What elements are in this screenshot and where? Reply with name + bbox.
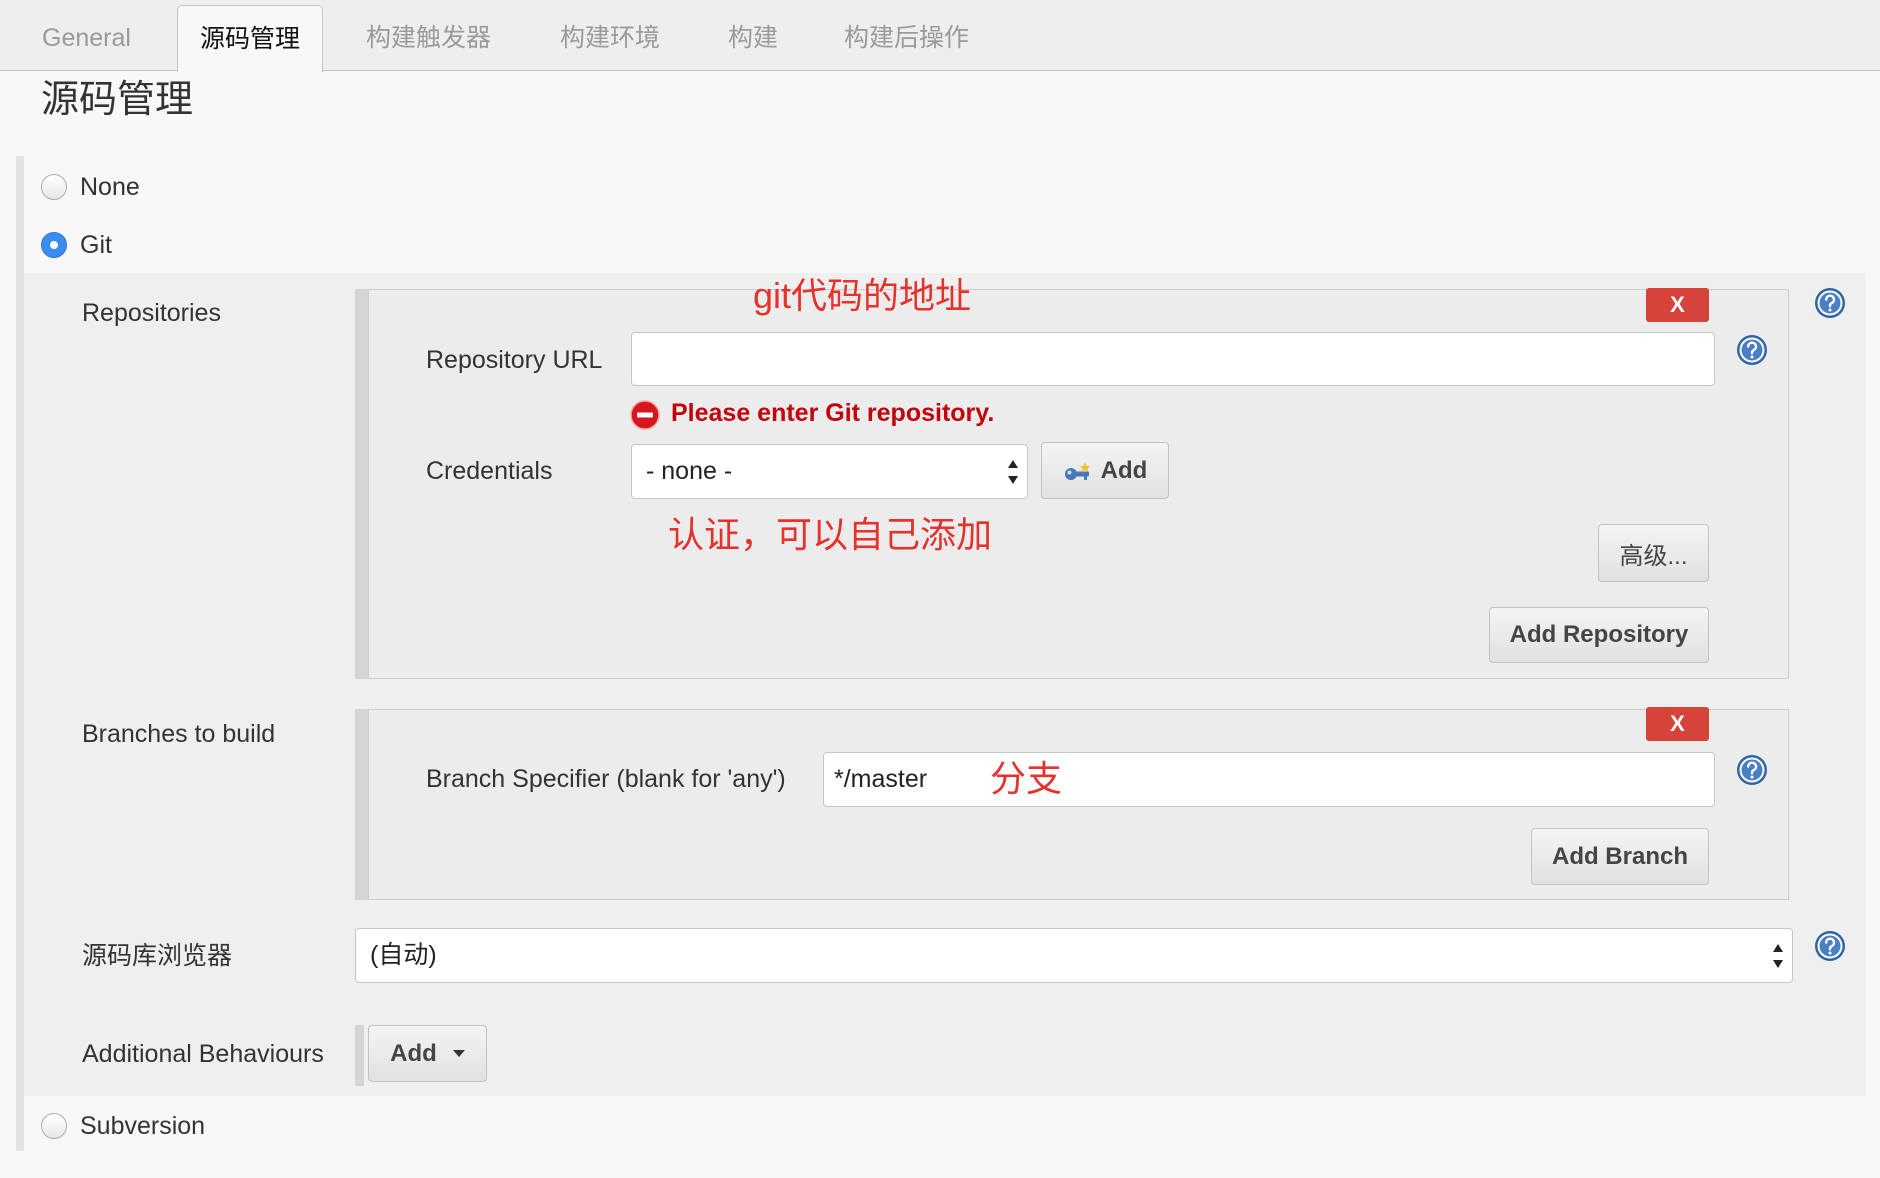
branch-box-bar xyxy=(355,709,368,900)
radio-subversion-label[interactable]: Subversion xyxy=(80,1111,205,1141)
add-repository-button[interactable]: Add Repository xyxy=(1489,607,1709,663)
repository-browser-select[interactable]: (自动) xyxy=(355,928,1793,983)
additional-behaviours-label: Additional Behaviours xyxy=(82,1040,324,1068)
select-arrows-icon xyxy=(1007,460,1019,484)
delete-repository-button[interactable]: X xyxy=(1646,288,1709,322)
additional-behaviours-bar xyxy=(355,1025,364,1086)
branch-specifier-input[interactable] xyxy=(823,752,1715,807)
radio-subversion[interactable] xyxy=(41,1113,67,1139)
tab-build-triggers[interactable]: 构建触发器 xyxy=(366,5,491,71)
error-icon xyxy=(630,400,660,430)
tab-source-code-management[interactable]: 源码管理 xyxy=(177,5,323,72)
radio-none[interactable] xyxy=(41,174,67,200)
annotation-repo-url: git代码的地址 xyxy=(753,275,972,316)
help-icon[interactable] xyxy=(1736,334,1768,366)
help-icon[interactable] xyxy=(1814,287,1846,319)
help-icon[interactable] xyxy=(1814,930,1846,962)
advanced-button[interactable]: 高级... xyxy=(1598,524,1709,582)
add-credentials-label: Add xyxy=(1100,456,1148,484)
repository-url-input[interactable] xyxy=(631,332,1715,386)
branch-specifier-label: Branch Specifier (blank for 'any') xyxy=(426,765,786,793)
add-behaviour-dropdown-button[interactable]: Add xyxy=(368,1025,487,1082)
radio-none-label[interactable]: None xyxy=(80,172,140,202)
repository-box-bar xyxy=(355,289,368,679)
tab-build-environment[interactable]: 构建环境 xyxy=(560,5,660,71)
annotation-branch: 分支 xyxy=(990,758,1063,799)
radio-git-label[interactable]: Git xyxy=(80,230,112,260)
section-title: 源码管理 xyxy=(41,79,194,121)
tab-build[interactable]: 构建 xyxy=(728,5,778,71)
section-left-bar xyxy=(16,156,24,1151)
repositories-label: Repositories xyxy=(82,299,221,327)
repository-url-label: Repository URL xyxy=(426,346,603,374)
add-branch-button[interactable]: Add Branch xyxy=(1531,828,1709,885)
help-icon[interactable] xyxy=(1736,754,1768,786)
annotation-credentials: 认证，可以自己添加 xyxy=(668,514,993,555)
repository-url-error: Please enter Git repository. xyxy=(671,399,995,427)
radio-git[interactable] xyxy=(41,232,67,258)
chevron-down-icon xyxy=(452,1050,465,1057)
credentials-selected-value: - none - xyxy=(646,457,733,485)
credentials-label: Credentials xyxy=(426,457,553,485)
add-behaviour-label: Add xyxy=(390,1039,437,1067)
delete-branch-button[interactable]: X xyxy=(1646,707,1709,741)
select-arrows-icon xyxy=(1772,944,1784,968)
credentials-select[interactable]: - none - xyxy=(631,444,1028,499)
repository-browser-label: 源码库浏览器 xyxy=(82,942,233,970)
key-icon xyxy=(1064,461,1091,480)
tab-general[interactable]: General xyxy=(42,5,131,71)
tab-post-build-actions[interactable]: 构建后操作 xyxy=(844,5,969,71)
add-credentials-button[interactable]: Add xyxy=(1041,442,1169,499)
branches-to-build-label: Branches to build xyxy=(82,720,276,748)
repository-browser-selected-value: (自动) xyxy=(370,941,437,969)
